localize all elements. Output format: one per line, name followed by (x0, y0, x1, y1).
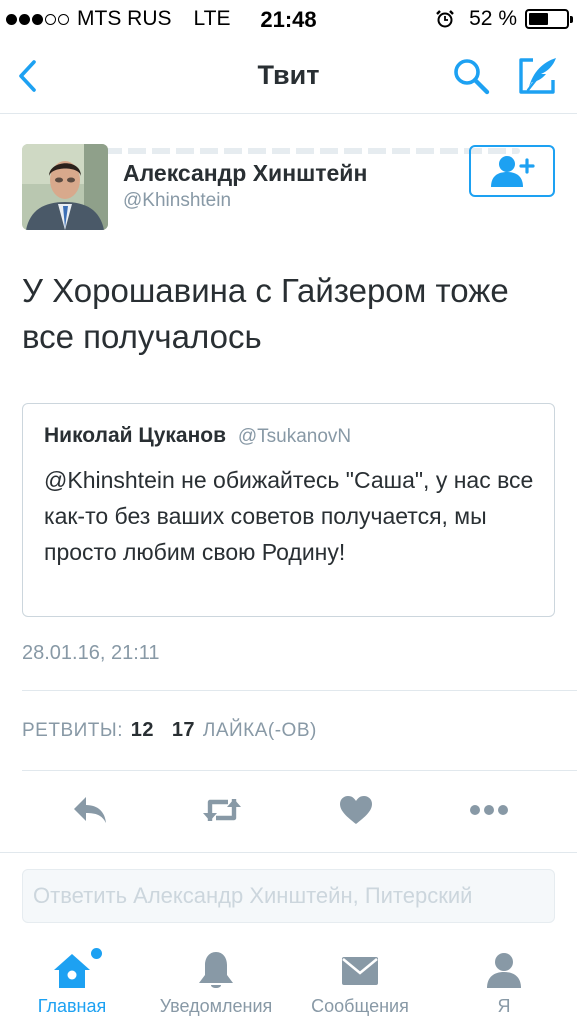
follow-button[interactable] (469, 145, 555, 197)
quoted-tweet-header: Николай Цуканов @TsukanovN (44, 424, 351, 448)
retweets-count: 12 (130, 719, 155, 741)
reply-button[interactable] (70, 790, 110, 830)
tweet-timestamp: 28.01.16, 21:11 (22, 642, 160, 664)
retweets-label: РЕТВИТЫ: (22, 720, 123, 741)
search-icon[interactable] (451, 56, 491, 96)
battery-icon (525, 9, 573, 29)
reply-icon (74, 797, 106, 823)
tab-notifications[interactable]: Уведомления (144, 938, 288, 1024)
person-icon (487, 953, 521, 988)
tab-me[interactable]: Я (432, 938, 576, 1024)
battery-level (529, 13, 548, 25)
retweet-icon (203, 799, 241, 821)
author-name[interactable]: Александр Хинштейн (123, 160, 367, 187)
navigation-bar: Твит (0, 40, 577, 154)
quoted-tweet-text: @Khinshtein не обижайтесь "Саша", у нас … (44, 467, 534, 565)
bell-icon (199, 952, 233, 988)
tab-label: Сообщения (311, 996, 409, 1016)
alarm-clock-icon (436, 10, 454, 28)
likes-label: ЛАЙКА(-ОВ) (202, 720, 317, 741)
home-icon (54, 954, 90, 988)
battery-percent: 52 % (469, 7, 517, 30)
author-handle[interactable]: @Khinshtein (123, 190, 231, 212)
likes-count: 17 (171, 719, 196, 741)
tab-label: Уведомления (159, 996, 273, 1016)
quoted-author-name: Николай Цуканов (44, 424, 227, 447)
reply-input[interactable] (22, 869, 555, 923)
tab-bar: Главная Уведомления Сообщения Я (0, 938, 577, 1024)
quoted-author-handle: @TsukanovN (237, 426, 352, 447)
tab-label: Я (497, 996, 511, 1016)
tweet-text: У Хорошавина с Гайзером тоже все получал… (22, 272, 509, 355)
avatar[interactable] (22, 144, 108, 230)
status-right: 52 % (435, 7, 573, 31)
heart-icon (340, 796, 372, 824)
tab-label: Главная (37, 996, 107, 1016)
status-bar: MTS RUS LTE 21:48 52 % (0, 0, 577, 40)
envelope-icon (342, 957, 378, 985)
tab-home[interactable]: Главная (0, 938, 144, 1024)
retweet-button[interactable] (200, 790, 244, 830)
compose-tweet-icon[interactable] (515, 54, 559, 98)
previous-tweet-peek (80, 148, 520, 158)
more-options-button[interactable] (466, 790, 512, 830)
tab-messages[interactable]: Сообщения (288, 938, 432, 1024)
divider (22, 690, 577, 691)
quoted-tweet[interactable]: Николай Цуканов @TsukanovN @Khinshtein н… (22, 403, 555, 617)
reply-composer (0, 852, 577, 938)
more-dots-icon (470, 805, 508, 815)
follow-user-icon (491, 156, 535, 187)
like-button[interactable] (336, 790, 376, 830)
new-content-indicator (91, 948, 102, 959)
tweet-stats[interactable]: РЕТВИТЫ: 12 17 ЛАЙКА(-ОВ) (22, 719, 317, 742)
divider (22, 770, 577, 771)
